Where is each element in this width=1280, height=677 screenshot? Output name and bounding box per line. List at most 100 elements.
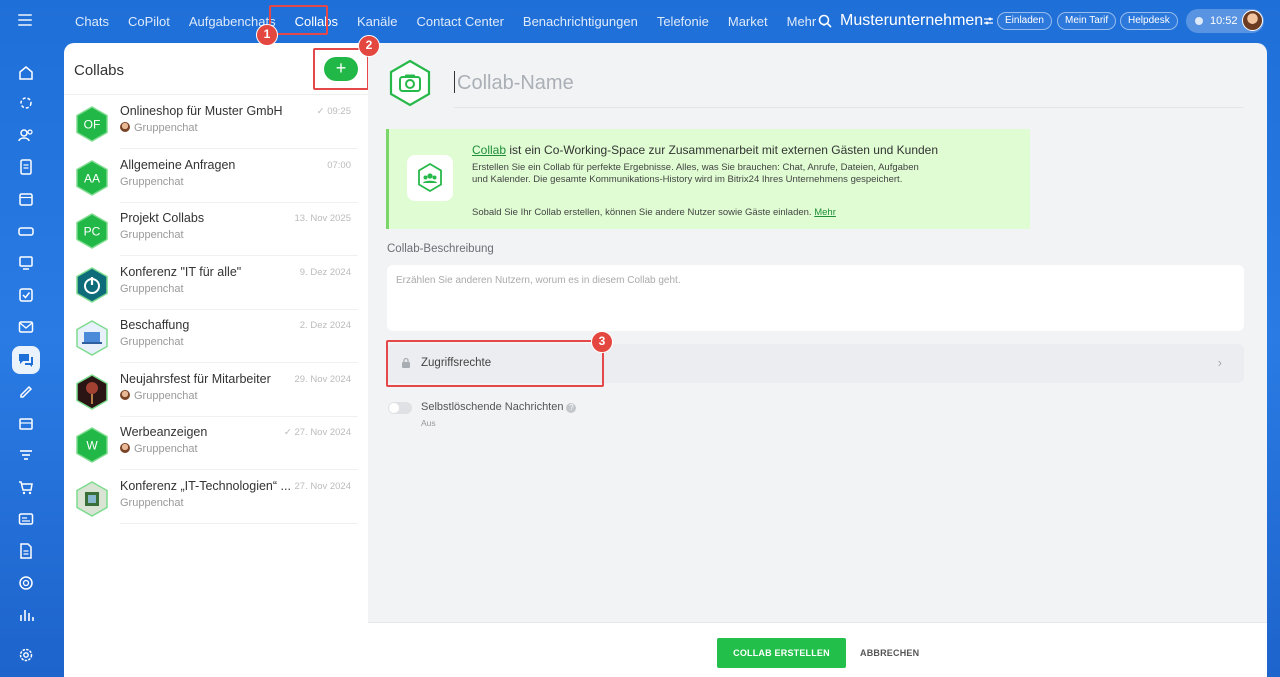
chat-time: 29. Nov 2024 <box>294 373 351 385</box>
chat-name: Konferenz "IT für alle" <box>120 264 242 279</box>
add-highlight-box <box>313 48 369 90</box>
chat-type-label: Gruppenchat <box>134 443 198 455</box>
messenger-icon[interactable] <box>12 346 40 374</box>
chat-type-label: Gruppenchat <box>120 496 184 509</box>
more-link[interactable]: Mehr <box>814 207 836 218</box>
automation-icon[interactable] <box>16 573 36 593</box>
chat-list-item[interactable]: Konferenz "IT für alle" Gruppenchat 9. Dez… <box>64 257 368 310</box>
nav-benachrichtigungen[interactable]: Benachrichtigungen <box>523 14 638 29</box>
help-icon[interactable]: ? <box>566 403 577 413</box>
nav-contact-center[interactable]: Contact Center <box>416 14 503 29</box>
divider <box>120 522 358 524</box>
step-marker-1: 1 <box>256 24 278 46</box>
helpdesk-button[interactable]: Helpdesk <box>1120 12 1178 30</box>
description-label: Collab-Beschreibung <box>387 243 494 255</box>
divider <box>64 94 368 95</box>
collab-avatar: AA <box>74 159 110 196</box>
text-caret <box>454 71 455 93</box>
laptop-icon <box>74 320 110 356</box>
chat-list-item[interactable]: Beschaffung Gruppenchat 2. Dez 2024 <box>64 310 368 363</box>
collab-name-input[interactable]: Collab-Name <box>454 71 1244 108</box>
invite-button[interactable]: Einladen <box>997 12 1052 30</box>
nav-copilot[interactable]: CoPilot <box>128 14 170 29</box>
nav-market[interactable]: Market <box>728 14 768 29</box>
collab-avatar: OF <box>74 106 110 142</box>
tasks-icon[interactable] <box>16 285 36 305</box>
chat-list-item[interactable]: PC Projekt Collabs Gruppenchat 13. Nov 2025 <box>64 203 368 256</box>
chat-type-label: Gruppenchat <box>120 175 184 188</box>
chat-subtitle: Gruppenchat <box>120 443 198 455</box>
settings-icon[interactable] <box>16 645 36 665</box>
funnel-icon[interactable] <box>16 445 36 465</box>
document-icon[interactable] <box>16 157 36 177</box>
list-title: Collabs <box>74 62 125 79</box>
sender-avatar <box>120 122 130 132</box>
step-marker-2: 2 <box>358 35 380 57</box>
chat-subtitle: Gruppenchat <box>120 122 198 134</box>
banner-text: Erstellen Sie ein Collab für perfekte Er… <box>472 162 919 185</box>
create-collab-button[interactable]: COLLAB ERSTELLEN <box>717 638 846 668</box>
nav-chats[interactable]: Chats <box>75 14 109 29</box>
store-icon[interactable] <box>16 413 36 433</box>
top-nav: Chats CoPilot Aufgabenchats Collabs Kanä… <box>75 0 847 42</box>
sender-avatar <box>120 443 130 453</box>
chat-time: 07:00 <box>327 159 351 171</box>
self-delete-status: Aus <box>421 418 436 428</box>
chat-list-item[interactable]: OF Onlineshop für Muster GmbH Gruppenchat ✓… <box>64 96 368 149</box>
user-avatar[interactable] <box>1242 10 1263 31</box>
collab-link[interactable]: Collab <box>472 143 506 157</box>
chat-list-item[interactable]: AA Allgemeine Anfragen Gruppenchat 07:00 <box>64 150 368 203</box>
cart-icon[interactable] <box>16 477 36 497</box>
description-textarea[interactable]: Erzählen Sie anderen Nutzern, worum es i… <box>387 265 1244 331</box>
switch-icon[interactable] <box>983 16 994 26</box>
calendar-icon[interactable] <box>16 189 36 209</box>
chat-time: 27. Nov 2024 <box>294 480 351 492</box>
chat-type-label: Gruppenchat <box>134 389 198 402</box>
info-banner: Collab ist ein Co-Working-Space zur Zusa… <box>386 129 1030 229</box>
power-icon <box>74 266 110 303</box>
drive-icon[interactable] <box>16 221 36 241</box>
time-label: 10:52 <box>1210 15 1238 27</box>
copilot-icon[interactable] <box>16 93 36 113</box>
banner-invite-text: Sobald Sie Ihr Collab erstellen, können … <box>472 207 815 218</box>
analytics-icon[interactable] <box>16 605 36 625</box>
chat-time: ✓ 27. Nov 2024 <box>283 427 351 438</box>
top-bar: Chats CoPilot Aufgabenchats Collabs Kanä… <box>0 0 1280 42</box>
chat-list-item[interactable]: W Werbeanzeigen Gruppenchat ✓ 27. Nov 2024 <box>64 417 368 470</box>
description-placeholder: Erzählen Sie anderen Nutzern, worum es i… <box>396 275 681 286</box>
company-name[interactable]: Musterunternehmen <box>840 12 983 30</box>
nav-kanaele[interactable]: Kanäle <box>357 14 397 29</box>
users-icon[interactable] <box>16 125 36 145</box>
collab-avatar: PC <box>74 213 110 249</box>
chat-list-item[interactable]: Neujahrsfest für Mitarbeiter Gruppenchat 2… <box>64 364 368 417</box>
chat-subtitle: Gruppenchat <box>120 176 184 188</box>
sign-icon[interactable] <box>16 381 36 401</box>
chat-name: Projekt Collabs <box>120 211 205 225</box>
home-icon[interactable] <box>16 63 36 83</box>
collab-avatar: W <box>74 427 110 463</box>
chevron-right-icon: › <box>1217 355 1222 370</box>
chat-time: 9. Dez 2024 <box>299 266 351 278</box>
nav-telefonie[interactable]: Telefonie <box>657 14 709 29</box>
search-icon[interactable] <box>818 14 832 28</box>
menu-icon[interactable] <box>18 14 32 26</box>
mail-icon[interactable] <box>16 317 36 337</box>
avatar-initials: PC <box>84 225 101 239</box>
knowledge-icon[interactable] <box>16 541 36 561</box>
self-delete-text: Selbstlöschende Nachrichten <box>421 401 564 413</box>
nav-mehr-label: Mehr <box>786 13 817 29</box>
chip-icon <box>74 480 110 517</box>
footer-bar: COLLAB ERSTELLEN ABBRECHEN <box>368 622 1267 677</box>
chat-list-item[interactable]: Konferenz „IT-Technologien“ ... Gruppench… <box>64 471 368 524</box>
cancel-button[interactable]: ABBRECHEN <box>860 638 919 668</box>
camera-icon[interactable] <box>386 59 434 107</box>
self-delete-toggle[interactable] <box>388 402 412 414</box>
chat-type-label: Gruppenchat <box>134 122 198 134</box>
workgroups-icon[interactable] <box>16 253 36 273</box>
step-marker-3: 3 <box>591 331 613 353</box>
tariff-button[interactable]: Mein Tarif <box>1057 12 1117 30</box>
chat-time: ✓ 09:25 <box>316 106 351 117</box>
collab-list-panel: Collabs + OF Onlineshop für Muster GmbH Gr… <box>64 43 369 677</box>
sites-icon[interactable] <box>16 509 36 529</box>
avatar-initials: W <box>86 439 98 453</box>
